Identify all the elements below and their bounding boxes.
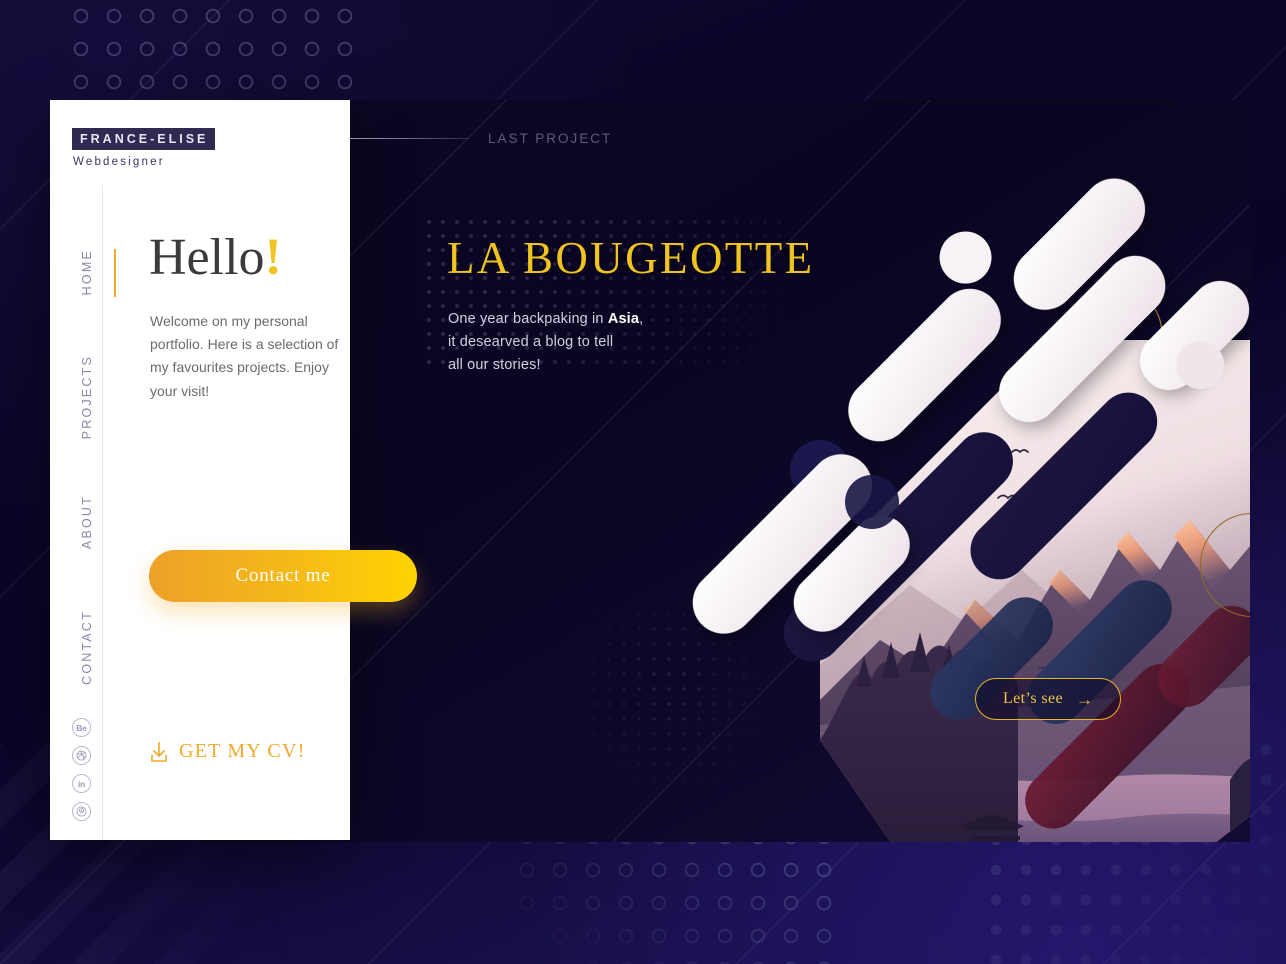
- dribbble-icon[interactable]: [72, 746, 91, 765]
- hello-text: Hello: [149, 229, 265, 286]
- nav-item-projects[interactable]: PROJECTS: [70, 335, 104, 460]
- sidebar-card: FRANCE-ELISE Webdesigner HOME PROJECTS A…: [50, 100, 417, 840]
- project-illustration: [692, 178, 1250, 842]
- dribbble-glyph: [76, 750, 87, 761]
- intro-text: Welcome on my personal portfolio. Here i…: [150, 313, 339, 399]
- brand-role: Webdesigner: [73, 156, 165, 168]
- last-project-eyebrow: LAST PROJECT: [330, 131, 612, 146]
- desc-bold: Asia: [607, 311, 640, 327]
- behance-glyph: Be: [76, 722, 87, 733]
- nav-item-home[interactable]: HOME: [70, 210, 116, 335]
- nav-item-contact[interactable]: CONTACT: [70, 585, 104, 710]
- nav-item-label: CONTACT: [80, 610, 94, 685]
- nav-item-label: HOME: [80, 249, 94, 296]
- desc-post: ,: [639, 311, 644, 327]
- eyebrow-rule: [330, 138, 470, 139]
- page-root: LAST PROJECT LA BOUGEOTTE One year backp…: [0, 0, 1286, 964]
- lets-see-button[interactable]: Let’s see →: [975, 678, 1121, 720]
- pinterest-icon[interactable]: [72, 802, 91, 821]
- brand-name: FRANCE-ELISE: [72, 128, 216, 150]
- behance-icon[interactable]: Be: [72, 718, 91, 737]
- nav-item-about[interactable]: ABOUT: [70, 460, 104, 585]
- nav-active-indicator: [114, 248, 116, 297]
- social-links: Be in: [72, 718, 91, 821]
- project-description-line-1: One year backpaking in Asia,: [448, 308, 643, 331]
- lets-see-label: Let’s see: [1002, 690, 1064, 707]
- get-my-cv-label: GET MY CV!: [179, 740, 306, 762]
- circle-outline-pattern-top: [70, 0, 370, 102]
- get-my-cv-link[interactable]: GET MY CV!: [150, 740, 305, 763]
- desc-pre: One year backpaking in: [448, 311, 608, 327]
- project-description: One year backpaking in Asia, it desearve…: [448, 308, 643, 377]
- project-description-line-2: it desearved a blog to tell: [448, 334, 614, 350]
- project-title: LA BOUGEOTTE: [447, 233, 815, 283]
- project-description-line-3: all our stories!: [448, 357, 541, 373]
- arrow-right-icon: →: [1076, 689, 1094, 709]
- circle-outline-pattern-bottom: [516, 826, 846, 964]
- hello-exclamation: !: [264, 229, 282, 286]
- nav-item-label: ABOUT: [80, 495, 94, 550]
- pinterest-glyph: [76, 806, 87, 817]
- contact-me-button[interactable]: Contact me: [149, 550, 417, 602]
- page-title: Hello!: [149, 228, 282, 287]
- brand: FRANCE-ELISE Webdesigner: [72, 128, 216, 168]
- download-icon: [151, 741, 167, 762]
- eyebrow-label: LAST PROJECT: [488, 131, 613, 146]
- main-nav: HOME PROJECTS ABOUT CONTACT: [70, 210, 116, 710]
- linkedin-icon[interactable]: in: [72, 774, 91, 793]
- linkedin-glyph: in: [77, 778, 86, 789]
- nav-item-label: PROJECTS: [80, 355, 94, 440]
- hero-panel: LAST PROJECT LA BOUGEOTTE One year backp…: [200, 100, 1250, 842]
